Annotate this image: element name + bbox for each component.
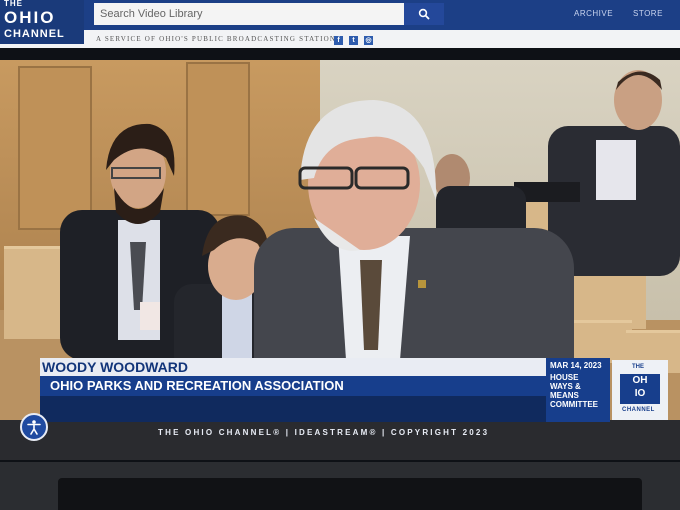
table-edge — [0, 420, 680, 460]
bug-oh: OH — [632, 375, 648, 386]
logo-the: THE — [4, 0, 23, 8]
search-input[interactable] — [94, 3, 404, 25]
lower-third-strip — [40, 396, 546, 422]
site-header: THE OHIO CHANNEL ARCHIVE STORE A SERVICE… — [0, 0, 680, 48]
instagram-icon[interactable]: ◎ — [364, 36, 373, 45]
committee-line: MEANS — [550, 391, 579, 400]
committee-line: COMMITTEE — [550, 400, 598, 409]
nav-store[interactable]: STORE — [633, 9, 663, 18]
search-button[interactable] — [404, 3, 444, 25]
speaker-organization: OHIO PARKS AND RECREATION ASSOCIATION — [40, 376, 546, 396]
hearing-date: MAR 14, 2023 — [550, 361, 602, 370]
channel-bug-logo: THE OH IO CHANNEL — [612, 360, 668, 420]
copyright-footer: THE OHIO CHANNEL® | IDEASTREAM® | COPYRI… — [158, 428, 490, 437]
nav-archive[interactable]: ARCHIVE — [574, 9, 613, 18]
search-icon — [418, 8, 430, 20]
logo-ohio: OHIO — [4, 8, 56, 27]
monitor-screen: THE OHIO CHANNEL ARCHIVE STORE A SERVICE… — [0, 0, 680, 470]
bug-io: IO — [634, 388, 646, 399]
facebook-icon[interactable]: f — [334, 36, 343, 45]
accessibility-icon — [27, 420, 41, 435]
hearing-info: MAR 14, 2023 HOUSE WAYS & MEANS COMMITTE… — [546, 358, 610, 422]
accessibility-button[interactable] — [20, 413, 48, 441]
twitter-icon[interactable]: t — [349, 36, 358, 45]
speaker-name: WOODY WOODWARD — [40, 358, 546, 376]
committee-line: WAYS & — [550, 382, 581, 391]
ohio-channel-logo[interactable]: THE OHIO CHANNEL — [0, 0, 84, 44]
tagline: A SERVICE OF OHIO'S PUBLIC BROADCASTING … — [96, 35, 342, 43]
bug-channel: CHANNEL — [622, 407, 655, 413]
logo-channel: CHANNEL — [4, 28, 65, 40]
monitor-stand — [58, 478, 642, 510]
bug-ohio-box: OH IO — [620, 374, 660, 404]
committee-line: HOUSE — [550, 373, 579, 382]
bug-the: THE — [632, 364, 644, 370]
